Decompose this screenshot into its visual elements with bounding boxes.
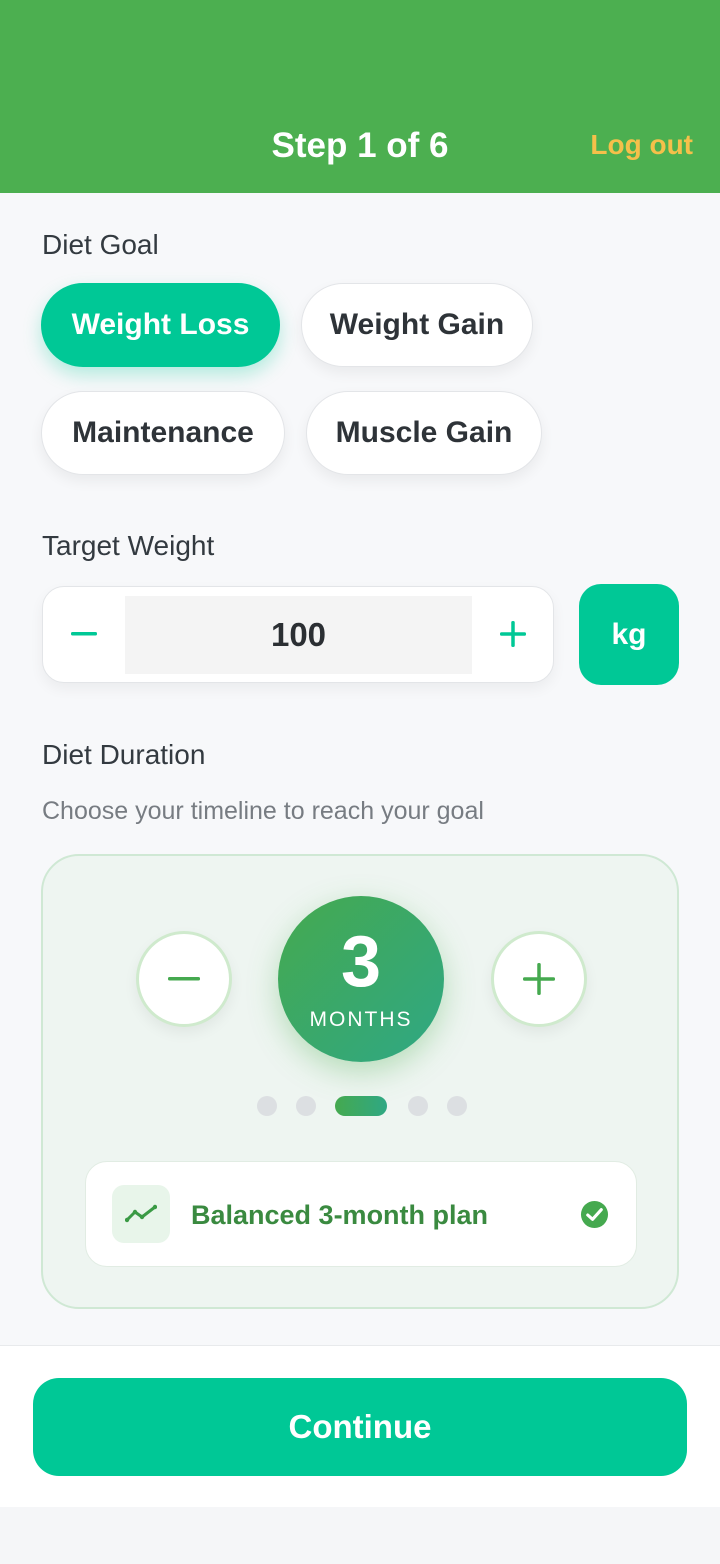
continue-button[interactable]: Continue — [33, 1378, 687, 1476]
duration-dot[interactable] — [447, 1096, 467, 1116]
logout-button[interactable]: Log out — [590, 129, 693, 161]
target-weight-stepper: 100 — [42, 586, 554, 683]
duration-dot[interactable] — [408, 1096, 428, 1116]
duration-unit-label: MONTHS — [309, 1008, 413, 1031]
app-screen: Step 1 of 6 Log out Diet Goal Weight Los… — [0, 0, 720, 1564]
target-weight-title: Target Weight — [42, 530, 215, 561]
top-header: Step 1 of 6 Log out — [0, 0, 720, 193]
plan-summary: Balanced 3-month plan — [85, 1161, 637, 1267]
duration-increment-button[interactable] — [491, 931, 587, 1027]
duration-dot[interactable] — [257, 1096, 277, 1116]
goal-option-weight-gain[interactable]: Weight Gain — [301, 283, 533, 367]
duration-value: 3 — [340, 922, 382, 1002]
plus-icon — [523, 963, 555, 995]
diet-goal-title: Diet Goal — [42, 229, 159, 260]
plus-icon — [500, 621, 526, 647]
weight-decrement-button[interactable] — [43, 587, 125, 681]
duration-decrement-button[interactable] — [136, 931, 232, 1027]
goal-option-maintenance[interactable]: Maintenance — [41, 391, 285, 475]
diet-duration-subtitle: Choose your timeline to reach your goal — [42, 797, 484, 825]
check-circle-icon — [580, 1200, 609, 1229]
duration-dot[interactable] — [296, 1096, 316, 1116]
minus-icon — [168, 977, 200, 981]
goal-option-muscle-gain[interactable]: Muscle Gain — [306, 391, 542, 475]
plan-label: Balanced 3-month plan — [191, 1200, 489, 1230]
weight-unit-button[interactable]: kg — [579, 584, 679, 685]
diet-duration-title: Diet Duration — [42, 739, 206, 770]
weight-increment-button[interactable] — [472, 587, 554, 681]
weight-value-input[interactable]: 100 — [125, 596, 472, 674]
minus-icon — [71, 632, 97, 636]
footer-bar: Continue — [0, 1345, 720, 1507]
duration-dot-active[interactable] — [335, 1096, 387, 1116]
trend-icon — [112, 1185, 170, 1243]
main-content: Diet Goal Weight Loss Weight Gain Mainte… — [0, 193, 720, 1345]
duration-value-display: 3 MONTHS — [278, 896, 444, 1062]
duration-picker-card: 3 MONTHS Balanced 3-month plan — [41, 854, 679, 1309]
goal-option-weight-loss[interactable]: Weight Loss — [41, 283, 280, 367]
bottom-safe-area — [0, 1507, 720, 1564]
